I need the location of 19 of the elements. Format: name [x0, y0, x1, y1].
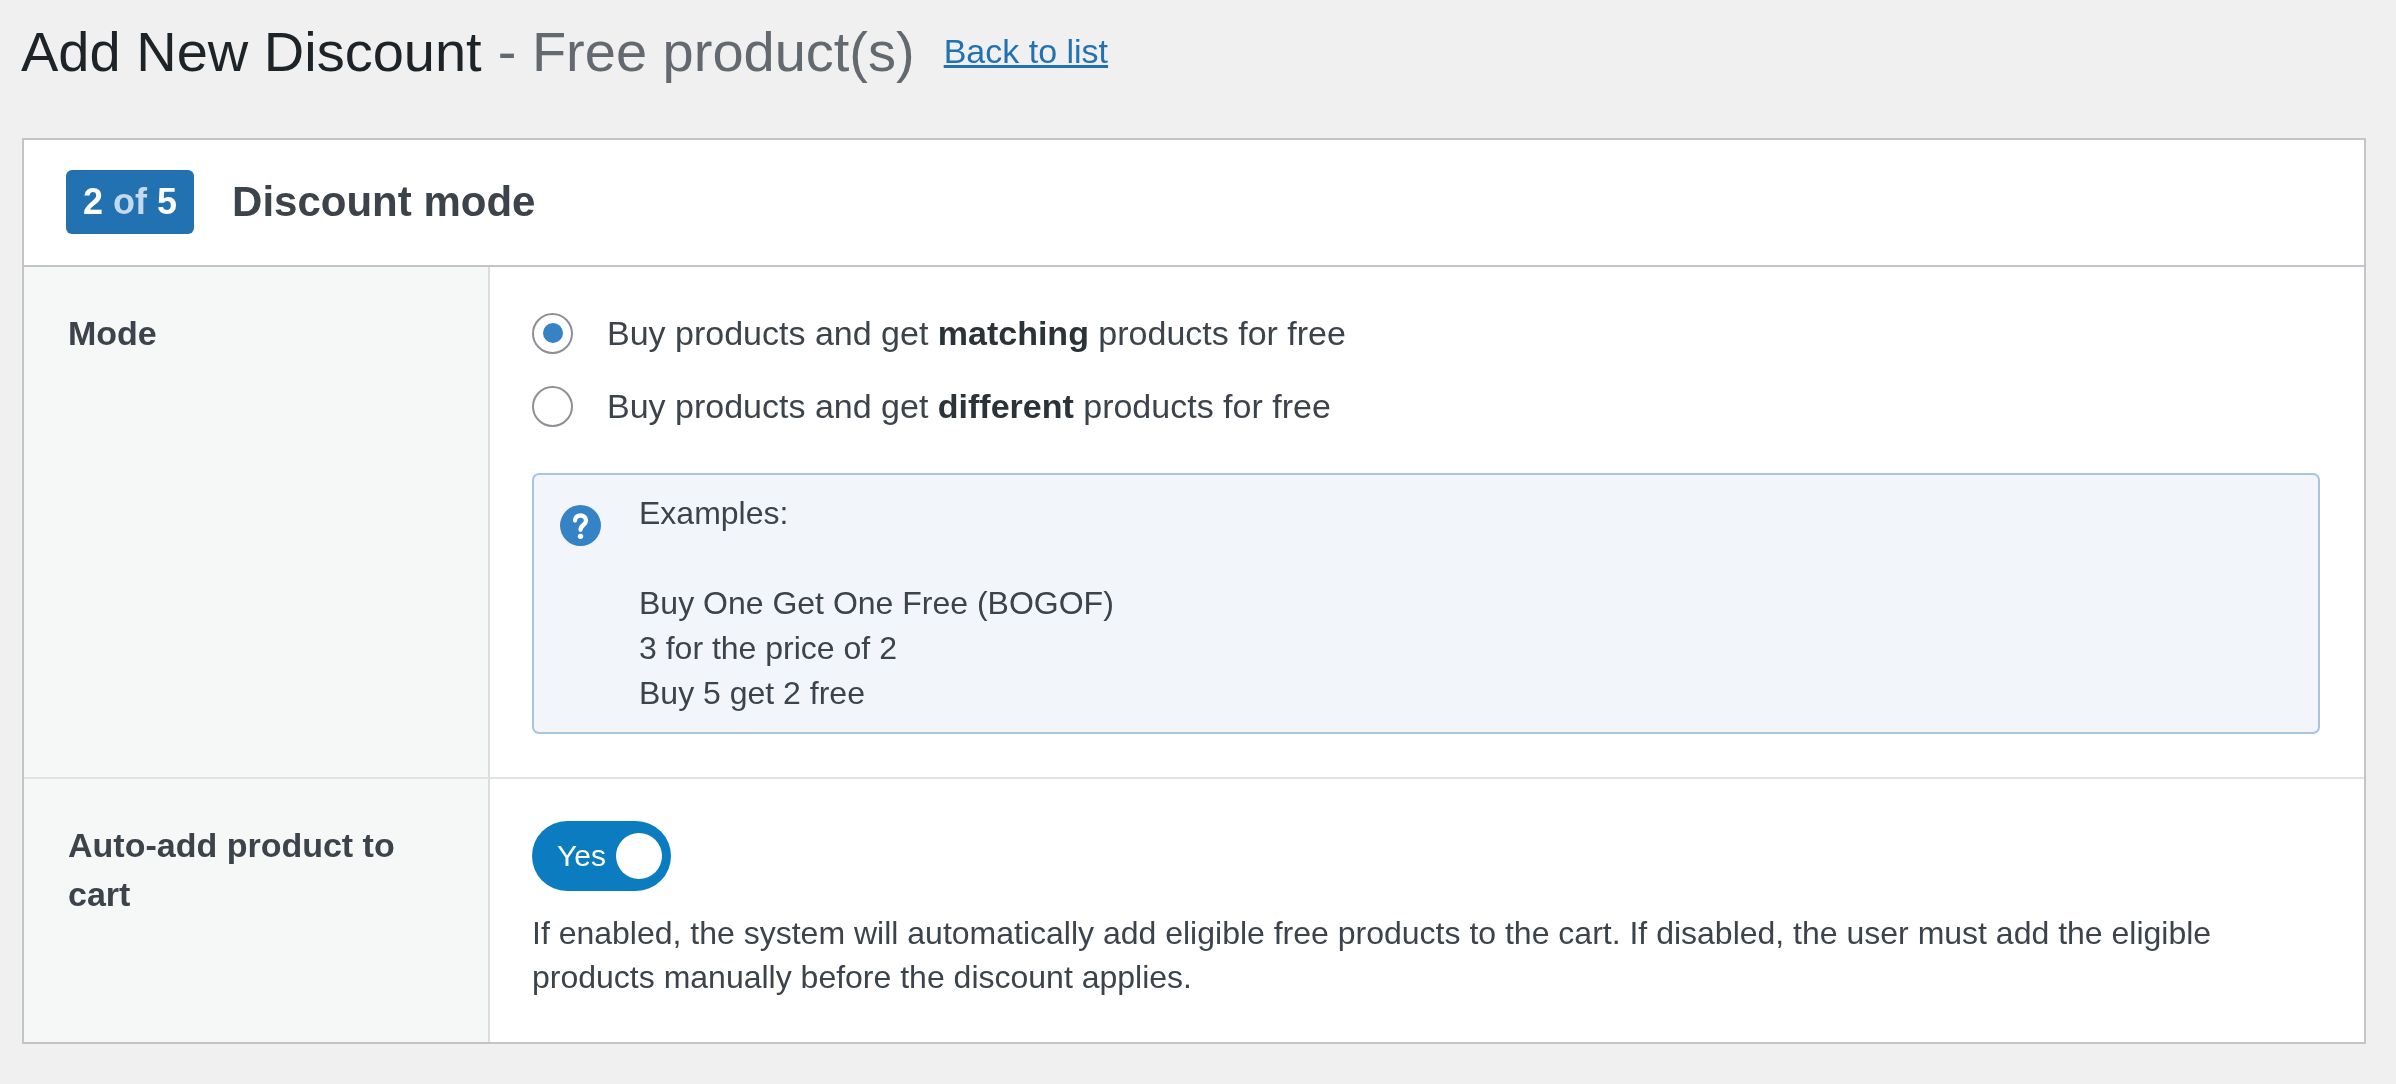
field-description: If enabled, the system will automatically add eligible free products to the cart. If disabled, the user must add the eligible products manually before the discount applies. — [532, 914, 2213, 997]
toggle-switch[interactable]: Yes — [532, 821, 671, 891]
example-text: Buy One Get One Free (BOGOF) — [639, 584, 1114, 623]
example-text: Buy 5 get 2 free — [639, 674, 866, 713]
radio-label[interactable]: Buy products and get matching products for free — [607, 309, 1346, 357]
page-title: Add New Discount — [21, 19, 482, 85]
radio-button[interactable] — [532, 312, 573, 354]
step-badge: 2 of 5 — [66, 170, 195, 234]
help-icon — [560, 505, 601, 546]
field-label: Mode — [68, 314, 157, 352]
example-text: 3 for the price of 2 — [639, 629, 898, 668]
page-subtitle: - Free product(s) — [497, 19, 915, 85]
section-title: Discount mode — [232, 177, 536, 227]
radio-label[interactable]: Buy products and get different products for free — [607, 382, 1331, 430]
back-link[interactable]: Back to list — [943, 31, 1109, 72]
field-label: Auto-add product to cart — [68, 826, 395, 913]
help-heading: Examples: — [639, 494, 790, 533]
radio-button[interactable] — [532, 385, 573, 427]
toggle-knob[interactable] — [616, 833, 662, 879]
